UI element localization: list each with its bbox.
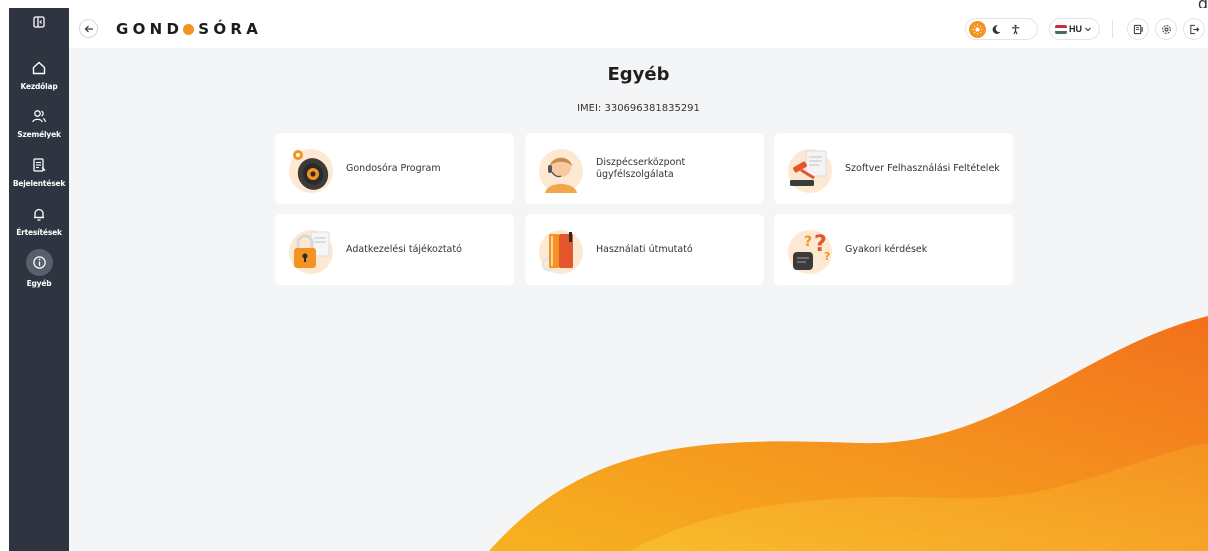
language-selector[interactable]: HU: [1049, 18, 1100, 40]
back-button[interactable]: [79, 19, 98, 38]
card-label: Gondosóra Program: [346, 162, 441, 174]
card-label: Szoftver Felhasználási Feltételek: [845, 162, 1000, 174]
display-icon: [1133, 24, 1143, 34]
dispatcher-icon: [539, 148, 583, 193]
hungary-flag-icon: [1055, 24, 1067, 34]
page-title: Egyéb: [607, 64, 670, 85]
sidebar-toggle-button[interactable]: [9, 8, 69, 36]
logo-text-left: GOND: [116, 20, 184, 38]
chevron-down-icon: [1085, 27, 1091, 32]
app-window: g Kezdőlap Személyek Bejelentések Értesí…: [0, 0, 1208, 551]
card-label: Diszpécserközpont ügyfélszolgálata: [596, 156, 686, 180]
people-icon: [28, 105, 50, 127]
card-gyakori-kerdesek[interactable]: ? ? ? Gyakori kérdések: [774, 214, 1013, 285]
sidebar-item-ertesitesek[interactable]: Értesítések: [9, 203, 69, 237]
dark-mode-button[interactable]: [988, 21, 1005, 38]
imei-label: IMEI: 330696381835291: [577, 103, 700, 114]
logout-button[interactable]: [1183, 18, 1205, 40]
language-code: HU: [1069, 24, 1082, 34]
gear-icon: [1161, 24, 1171, 34]
faq-icon: ? ? ?: [788, 229, 832, 274]
background-wave: [489, 316, 1208, 551]
theme-switcher: [965, 18, 1038, 40]
report-icon: [28, 154, 50, 176]
info-icon: [25, 249, 53, 276]
card-gondosora-program[interactable]: Gondosóra Program: [275, 133, 514, 204]
home-icon: [28, 57, 50, 79]
sidebar: Kezdőlap Személyek Bejelentések Értesíté…: [9, 8, 69, 551]
logo-text-right: SÓRA: [198, 20, 263, 38]
header-divider: [1112, 20, 1113, 38]
card-hasznalati-utmutato[interactable]: Használati útmutató: [525, 214, 764, 285]
card-label: Gyakori kérdések: [845, 243, 928, 255]
card-label: Adatkezelési tájékoztató: [346, 243, 462, 255]
smartwatch-icon: [289, 148, 333, 193]
main-content: GOND SÓRA HU Egyéb IMEI: 330696381835291…: [69, 8, 1208, 551]
top-bar: GOND SÓRA HU: [69, 8, 1208, 48]
light-mode-button[interactable]: [969, 20, 986, 38]
svg-text:?: ?: [824, 250, 830, 263]
sidebar-item-label: Személyek: [17, 130, 61, 139]
logo-dot: [183, 23, 195, 35]
sidebar-item-label: Egyéb: [26, 279, 52, 288]
bell-icon: [28, 203, 50, 225]
svg-text:?: ?: [804, 234, 812, 250]
sidebar-item-label: Értesítések: [16, 228, 62, 237]
settings-button[interactable]: [1155, 18, 1177, 40]
card-diszpecserkozpont[interactable]: Diszpécserközpont ügyfélszolgálata: [525, 133, 764, 204]
sidebar-item-bejelentesek[interactable]: Bejelentések: [9, 154, 69, 188]
arrow-left-icon: [84, 25, 93, 32]
moon-icon: [992, 24, 1001, 34]
sidebar-item-label: Kezdőlap: [20, 82, 58, 91]
gavel-icon: [788, 148, 832, 193]
display-settings-button[interactable]: [1127, 18, 1149, 40]
padlock-icon: [289, 229, 333, 274]
card-label: Használati útmutató: [596, 243, 693, 255]
sidebar-item-egyeb[interactable]: Egyéb: [9, 249, 69, 288]
manual-icon: [539, 229, 583, 274]
logout-icon: [1189, 24, 1199, 34]
accessibility-icon: [1011, 24, 1020, 34]
card-szoftver-felhasznalasi-feltetelek[interactable]: Szoftver Felhasználási Feltételek: [774, 133, 1013, 204]
sidebar-item-kezdolap[interactable]: Kezdőlap: [9, 57, 69, 91]
sidebar-item-szemelyek[interactable]: Személyek: [9, 105, 69, 139]
accessibility-mode-button[interactable]: [1007, 21, 1024, 38]
panel-toggle-icon: [33, 16, 45, 28]
gondosora-logo: GOND SÓRA: [116, 20, 262, 38]
card-adatkezelesi-tajekoztato[interactable]: Adatkezelési tájékoztató: [275, 214, 514, 285]
sidebar-item-label: Bejelentések: [12, 179, 66, 188]
sun-icon: [972, 23, 983, 35]
